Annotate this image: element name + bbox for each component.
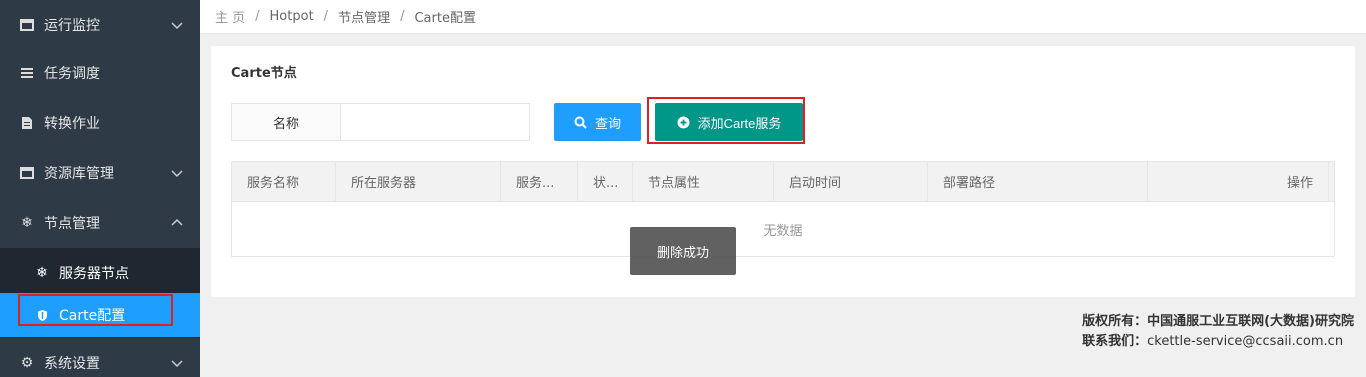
carte-table: 服务名称 所在服务器 服务... 状... 节点属性 启动时间 部署路径 操作 …	[231, 161, 1335, 257]
snowflake-icon: ❄	[36, 264, 48, 281]
contact-label: 联系我们：	[1082, 334, 1148, 349]
chevron-up-icon	[171, 218, 183, 226]
column-header: 部署路径	[928, 162, 1148, 201]
sidebar-item-transform[interactable]: 转换作业	[0, 98, 200, 148]
search-icon	[574, 116, 587, 129]
add-carte-button[interactable]: 添加Carte服务	[655, 103, 803, 141]
gear-icon: ⚙	[20, 355, 34, 371]
query-button-label: 查询	[594, 115, 621, 131]
monitor-icon	[20, 18, 34, 32]
breadcrumb-home[interactable]: 主 页	[215, 7, 245, 26]
column-header: 启动时间	[774, 162, 928, 201]
name-input[interactable]	[340, 103, 530, 141]
sidebar: 运行监控 任务调度 转换作业 资源库管理 ❄ 节点管理 ❄ 服务器节点 Cart…	[0, 0, 200, 377]
add-carte-button-label: 添加Carte服务	[697, 115, 782, 131]
sidebar-item-label: 系统设置	[44, 356, 100, 372]
table-header: 服务名称 所在服务器 服务... 状... 节点属性 启动时间 部署路径 操作	[232, 162, 1334, 202]
empty-state: 无数据	[763, 223, 803, 239]
contact-email[interactable]: ckettle-service@ccsaii.com.cn	[1147, 334, 1343, 349]
breadcrumb-item[interactable]: Hotpot	[270, 9, 314, 24]
sidebar-subitem-carte-config[interactable]: Carte配置	[0, 293, 200, 337]
sidebar-item-schedule[interactable]: 任务调度	[0, 48, 200, 98]
sidebar-item-label: 运行监控	[44, 18, 100, 34]
sidebar-item-repository[interactable]: 资源库管理	[0, 148, 200, 198]
sidebar-item-settings[interactable]: ⚙ 系统设置	[0, 338, 200, 377]
database-icon	[20, 166, 34, 180]
toast-message: 删除成功	[630, 227, 736, 275]
name-label: 名称	[231, 103, 341, 141]
column-header: 状...	[578, 162, 633, 201]
copyright-label: 版权所有：	[1082, 314, 1148, 329]
footer: 版权所有：中国通服工业互联网(大数据)研究院 联系我们：ckettle-serv…	[1082, 312, 1354, 352]
column-header: 所在服务器	[336, 162, 501, 201]
plus-circle-icon	[677, 116, 690, 129]
sidebar-item-nodes[interactable]: ❄ 节点管理	[0, 198, 200, 248]
column-header: 服务名称	[232, 162, 336, 201]
panel-title: Carte节点	[231, 66, 297, 81]
breadcrumb-item-current: Carte配置	[414, 11, 476, 26]
breadcrumb-separator: /	[323, 9, 329, 24]
list-icon	[20, 66, 34, 80]
carte-panel: Carte节点 名称 查询 添加Carte服务 服务名称 所在服务器 服务...…	[211, 46, 1355, 297]
chevron-down-icon	[171, 360, 183, 368]
breadcrumb: 主 页 / Hotpot / 节点管理 / Carte配置	[200, 0, 1366, 34]
chevron-down-icon	[171, 170, 183, 178]
sidebar-item-label: 服务器节点	[59, 265, 129, 282]
sidebar-item-label: 转换作业	[44, 116, 100, 132]
column-header: 操作	[1148, 162, 1329, 201]
sidebar-item-label: 节点管理	[44, 216, 100, 232]
snowflake-icon: ❄	[21, 215, 33, 231]
column-header: 节点属性	[633, 162, 774, 201]
file-icon	[20, 116, 34, 130]
shield-icon	[35, 308, 49, 322]
sidebar-item-label: Carte配置	[59, 308, 126, 324]
copyright-value: 中国通服工业互联网(大数据)研究院	[1147, 314, 1354, 329]
breadcrumb-separator: /	[255, 9, 260, 24]
breadcrumb-item[interactable]: 节点管理	[338, 7, 390, 26]
sidebar-item-label: 资源库管理	[44, 166, 114, 182]
sidebar-item-label: 任务调度	[44, 66, 100, 82]
sidebar-subitem-server-nodes[interactable]: ❄ 服务器节点	[0, 250, 200, 295]
submenu-nodes: ❄ 服务器节点 Carte配置	[0, 248, 200, 338]
breadcrumb-separator: /	[400, 9, 405, 24]
chevron-down-icon	[171, 22, 183, 30]
sidebar-item-monitor[interactable]: 运行监控	[0, 0, 200, 50]
column-header: 服务...	[501, 162, 578, 201]
query-button[interactable]: 查询	[554, 103, 641, 141]
